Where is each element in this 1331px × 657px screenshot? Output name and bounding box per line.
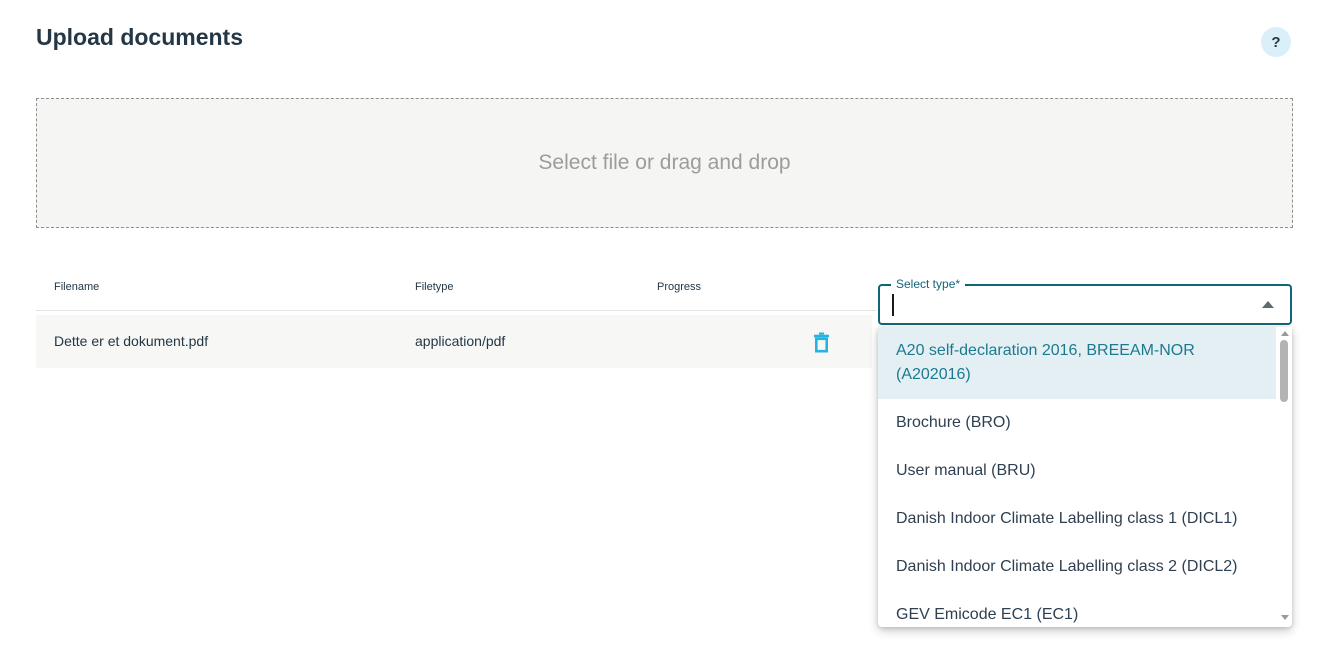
option-dicl2[interactable]: Danish Indoor Climate Labelling class 2 … <box>878 543 1276 591</box>
chevron-up-icon[interactable] <box>1262 301 1274 308</box>
file-dropzone[interactable]: Select file or drag and drop <box>36 98 1293 228</box>
option-dicl1[interactable]: Danish Indoor Climate Labelling class 1 … <box>878 495 1276 543</box>
select-type-dropdown: A20 self-declaration 2016, BREEAM-NOR (A… <box>878 327 1292 627</box>
option-ec1[interactable]: GEV Emicode EC1 (EC1) <box>878 591 1276 627</box>
scroll-down-icon[interactable] <box>1281 615 1289 620</box>
delete-file-button[interactable] <box>808 329 834 355</box>
page-title: Upload documents <box>36 24 243 51</box>
column-header-filetype: Filetype <box>415 281 454 293</box>
text-cursor <box>892 294 894 316</box>
select-type-label: Select type* <box>891 277 965 291</box>
select-type-combobox[interactable]: Select type* <box>878 284 1292 325</box>
help-button[interactable]: ? <box>1261 27 1291 57</box>
table-header-divider <box>36 310 876 311</box>
file-name-cell: Dette er et dokument.pdf <box>54 333 208 349</box>
dropdown-scrollbar[interactable] <box>1278 328 1291 626</box>
option-a202016[interactable]: A20 self-declaration 2016, BREEAM-NOR (A… <box>878 327 1276 399</box>
option-list: A20 self-declaration 2016, BREEAM-NOR (A… <box>878 327 1276 627</box>
column-header-progress: Progress <box>657 281 701 293</box>
scroll-up-icon[interactable] <box>1281 331 1289 336</box>
column-header-filename: Filename <box>54 281 99 293</box>
option-bru[interactable]: User manual (BRU) <box>878 447 1276 495</box>
option-bro[interactable]: Brochure (BRO) <box>878 399 1276 447</box>
trash-icon <box>812 332 831 353</box>
scrollbar-thumb[interactable] <box>1280 340 1288 402</box>
table-row: Dette er et dokument.pdf application/pdf <box>36 315 872 368</box>
dropzone-label: Select file or drag and drop <box>538 151 790 175</box>
file-type-cell: application/pdf <box>415 333 505 349</box>
question-mark-icon: ? <box>1271 34 1280 51</box>
